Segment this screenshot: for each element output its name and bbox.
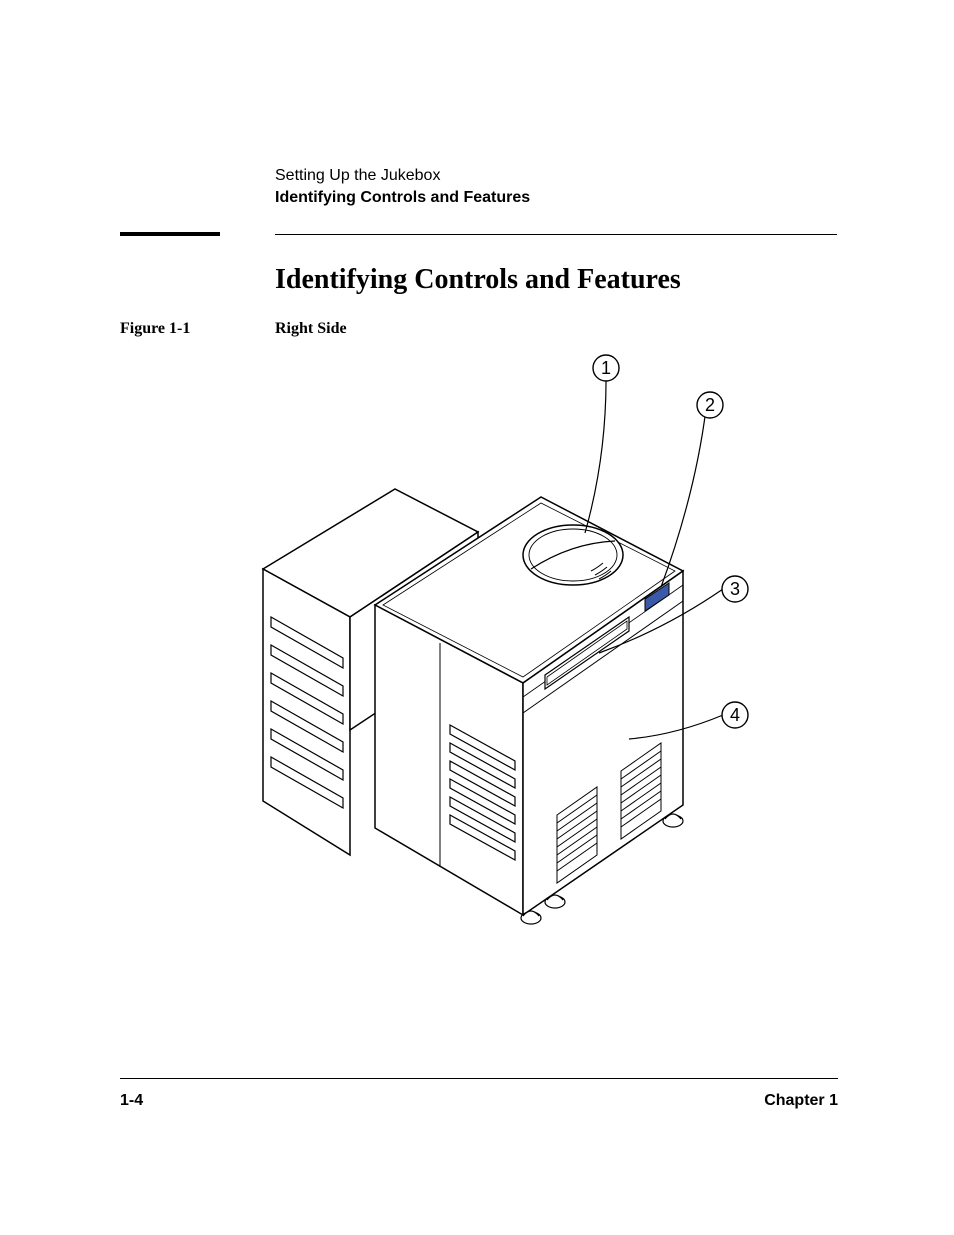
callout-2: 2: [705, 395, 715, 415]
running-header: Setting Up the Jukebox Identifying Contr…: [275, 165, 530, 208]
chapter-label: Chapter 1: [764, 1092, 838, 1110]
callout-1: 1: [601, 358, 611, 378]
header-thick-rule: [120, 232, 220, 236]
footer-rule: [120, 1078, 838, 1079]
jukebox-diagram-svg: 1 2 3 4: [245, 345, 765, 935]
page-number: 1-4: [120, 1092, 143, 1110]
running-header-line1: Setting Up the Jukebox: [275, 165, 530, 187]
figure-label: Figure 1-1: [120, 320, 190, 338]
running-header-line2: Identifying Controls and Features: [275, 187, 530, 209]
callout-4: 4: [730, 705, 740, 725]
jukebox-figure: 1 2 3 4: [245, 345, 765, 935]
section-heading: Identifying Controls and Features: [275, 264, 681, 296]
figure-caption: Right Side: [275, 320, 347, 338]
header-thin-rule: [275, 234, 837, 235]
callout-3: 3: [730, 579, 740, 599]
